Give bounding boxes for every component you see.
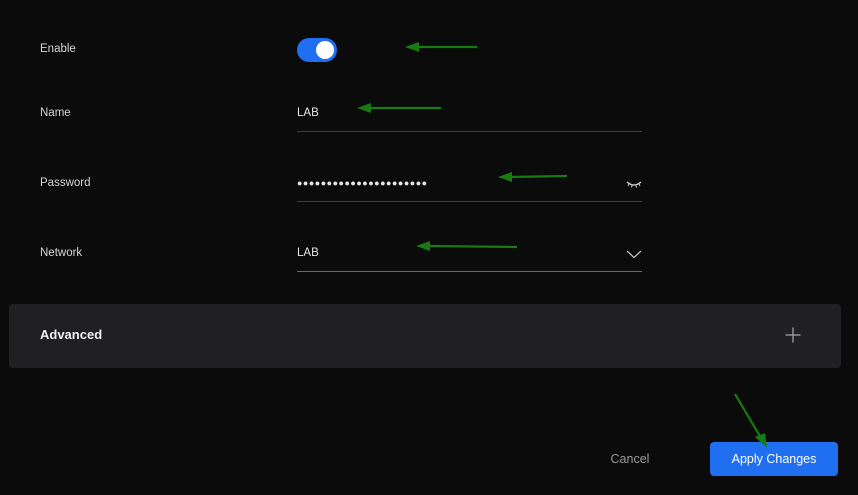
- settings-form: Enable Name LAB Password ●●●●●●●●●●●●●●●…: [0, 0, 858, 495]
- chevron-down-icon[interactable]: [626, 249, 642, 259]
- eye-closed-icon[interactable]: [626, 178, 642, 190]
- advanced-section[interactable]: Advanced: [9, 304, 841, 368]
- plus-icon[interactable]: [785, 327, 801, 343]
- enable-toggle[interactable]: [297, 38, 337, 62]
- name-label: Name: [40, 107, 71, 119]
- network-select[interactable]: LAB: [297, 244, 642, 272]
- arrow-apply: [734, 393, 767, 448]
- arrow-enable: [405, 42, 477, 52]
- password-label: Password: [40, 177, 91, 189]
- enable-label: Enable: [40, 43, 76, 55]
- network-value: LAB: [297, 247, 319, 259]
- name-value: LAB: [297, 107, 319, 119]
- password-input[interactable]: ●●●●●●●●●●●●●●●●●●●●●●: [297, 174, 642, 202]
- advanced-title: Advanced: [40, 327, 103, 342]
- apply-changes-button[interactable]: Apply Changes: [710, 442, 838, 476]
- toggle-knob: [316, 41, 334, 59]
- network-label: Network: [40, 247, 83, 259]
- cancel-button[interactable]: Cancel: [596, 442, 664, 476]
- password-value: ●●●●●●●●●●●●●●●●●●●●●●: [297, 178, 428, 188]
- name-input[interactable]: LAB: [297, 104, 642, 132]
